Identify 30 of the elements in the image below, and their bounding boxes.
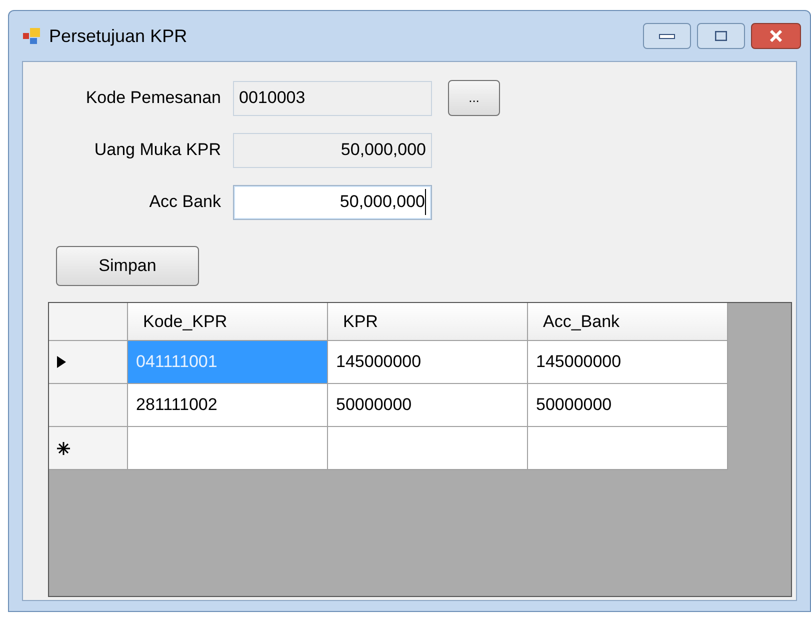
field-label: Acc Bank — [148, 191, 222, 214]
minimize-button[interactable] — [643, 23, 691, 49]
table-cell[interactable]: 50000000 — [528, 384, 728, 427]
row-header[interactable] — [49, 341, 128, 384]
close-icon — [769, 30, 783, 42]
text-field[interactable]: 50,000,000 — [233, 184, 432, 220]
row-header[interactable] — [49, 384, 128, 427]
column-header[interactable]: Kode_KPR — [128, 303, 328, 341]
field-label: Kode Pemesanan — [84, 87, 222, 110]
app-icon — [23, 28, 41, 44]
browse-button[interactable]: ... — [448, 80, 500, 116]
text-field[interactable]: 50,000,000 — [233, 132, 432, 168]
table-cell[interactable]: 281111002 — [128, 384, 328, 427]
table-cell[interactable] — [328, 427, 528, 470]
row-header[interactable] — [49, 427, 128, 470]
column-header[interactable]: KPR — [328, 303, 528, 341]
minimize-icon — [659, 34, 675, 38]
save-button[interactable]: Simpan — [56, 246, 199, 286]
table-cell[interactable]: 145000000 — [328, 341, 528, 384]
field-label: Uang Muka KPR — [93, 139, 222, 162]
window-title: Persetujuan KPR — [49, 24, 188, 48]
maximize-icon — [715, 31, 727, 41]
close-button[interactable] — [751, 23, 801, 49]
column-header[interactable]: Acc_Bank — [528, 303, 728, 341]
table-cell[interactable]: 50000000 — [328, 384, 528, 427]
table-cell[interactable] — [128, 427, 328, 470]
table-cell[interactable] — [528, 427, 728, 470]
maximize-button[interactable] — [697, 23, 745, 49]
text-field[interactable]: 0010003 — [233, 80, 432, 116]
table-cell[interactable]: 145000000 — [528, 341, 728, 384]
